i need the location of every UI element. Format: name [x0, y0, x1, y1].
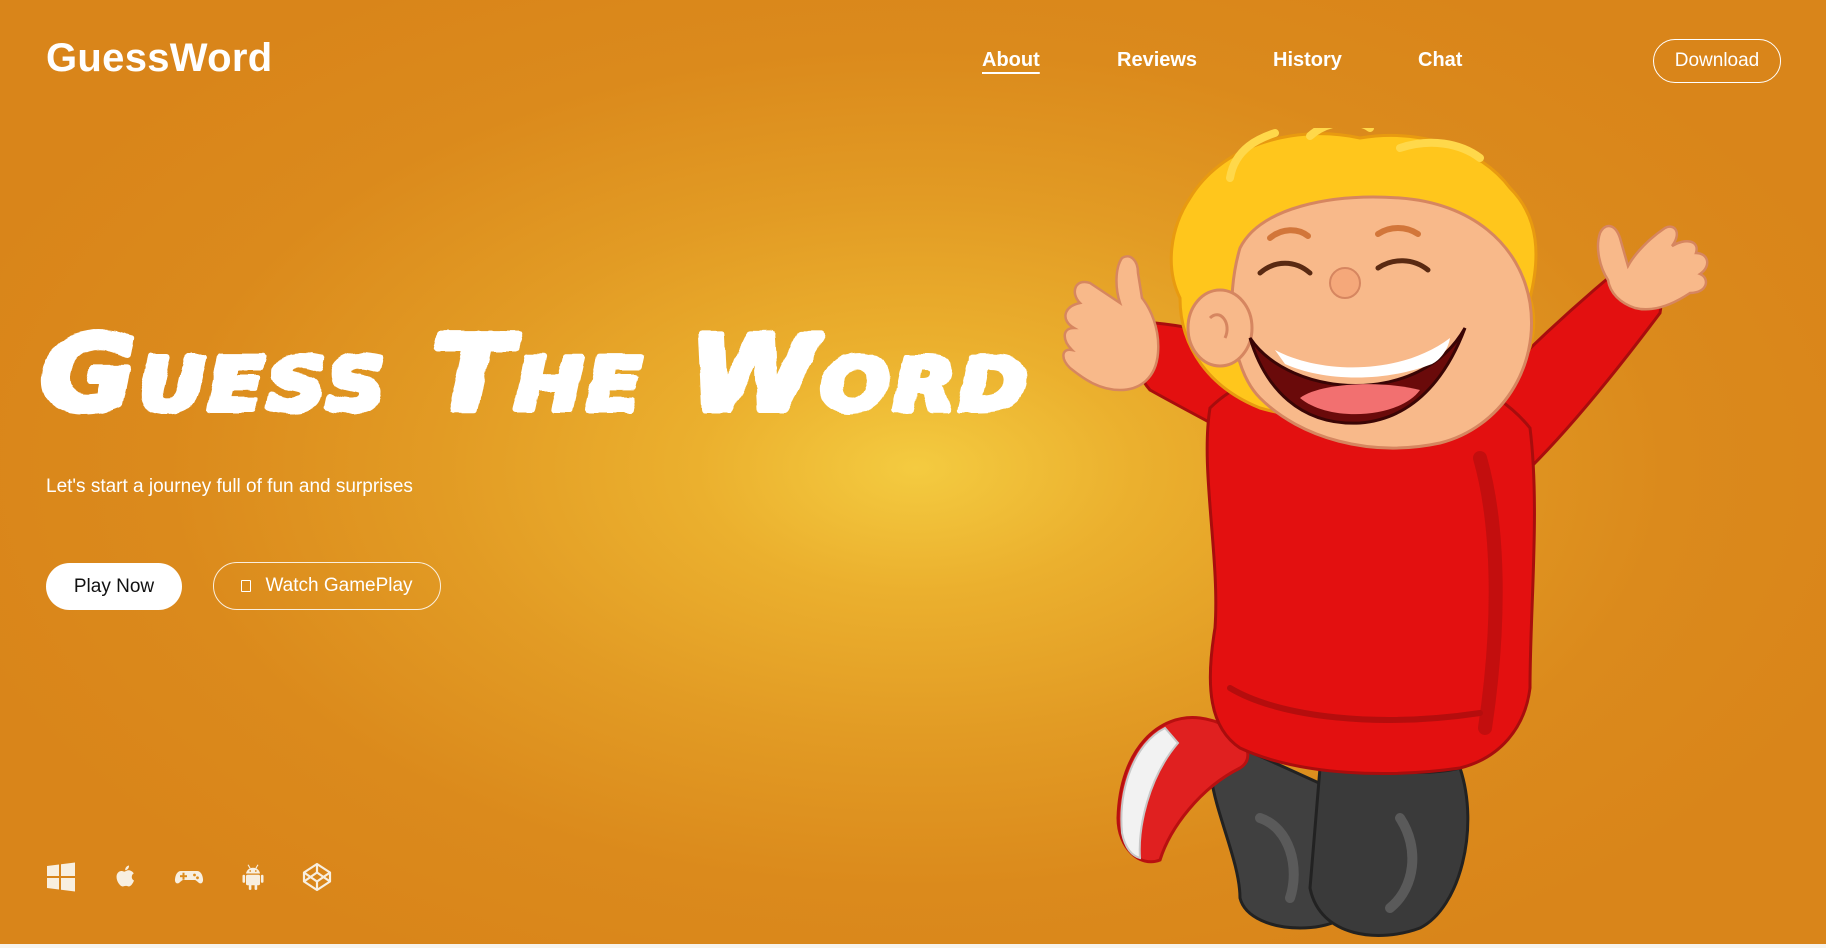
play-icon — [241, 580, 252, 592]
hero-tagline: Let's start a journey full of fun and su… — [46, 476, 413, 497]
play-now-button[interactable]: Play Now — [46, 563, 182, 610]
download-button[interactable]: Download — [1653, 39, 1781, 83]
hero-title-text: Guess The Word — [40, 313, 1030, 435]
page-bottom-border — [0, 944, 1826, 948]
nav-history[interactable]: History — [1273, 49, 1342, 72]
watch-gameplay-button[interactable]: Watch GamePlay — [213, 562, 441, 610]
windows-icon[interactable] — [46, 862, 76, 892]
codepen-icon[interactable] — [302, 862, 332, 892]
nav-chat[interactable]: Chat — [1418, 49, 1462, 72]
android-icon[interactable] — [238, 862, 268, 892]
brand-logo[interactable]: GuessWord — [46, 36, 272, 81]
nav-about[interactable]: About — [982, 49, 1040, 72]
cartoon-boy-illustration — [1062, 128, 1709, 937]
platform-icons — [46, 862, 332, 892]
watch-gameplay-label: Watch GamePlay — [265, 575, 413, 596]
apple-icon[interactable] — [110, 862, 140, 892]
gamepad-icon[interactable] — [174, 862, 204, 892]
nav-reviews[interactable]: Reviews — [1117, 49, 1197, 72]
hero-title: Guess The Word — [40, 310, 1030, 438]
